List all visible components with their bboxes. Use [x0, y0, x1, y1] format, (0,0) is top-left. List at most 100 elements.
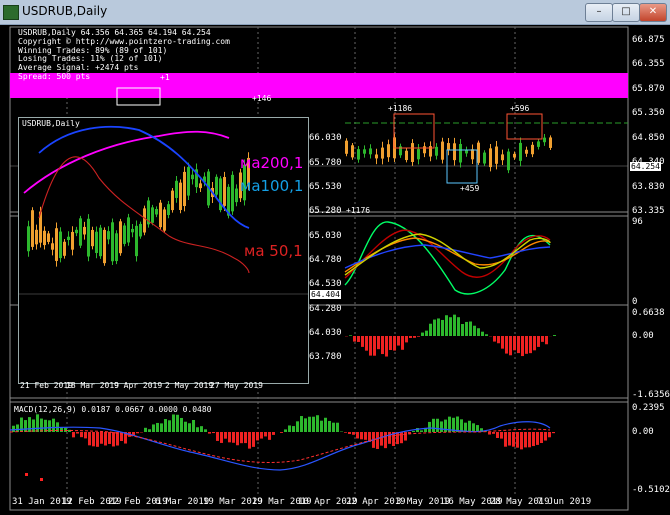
histogram-bar [420, 430, 423, 432]
candle-body [231, 174, 234, 212]
histogram-bar [481, 331, 484, 336]
candle-body [387, 144, 390, 158]
histogram-bar [528, 432, 531, 448]
histogram-bar [196, 427, 199, 432]
candle-body [139, 223, 142, 237]
main-candles [345, 133, 552, 174]
histogram-bar [436, 418, 439, 432]
histogram-bar [344, 432, 347, 433]
axis-label: 65.870 [632, 84, 665, 94]
histogram-bar [264, 432, 267, 437]
histogram-bar [520, 432, 523, 450]
histogram-bar [148, 429, 151, 432]
histogram-bar [376, 432, 379, 449]
histogram-bar [24, 420, 27, 432]
candle-body [235, 188, 238, 203]
histogram-bar [493, 336, 496, 342]
minimize-button[interactable]: – [585, 3, 613, 22]
histogram-bar [324, 417, 327, 432]
histogram-bar [349, 335, 352, 336]
histogram-bar [505, 336, 508, 354]
histogram-bar [64, 427, 67, 432]
inner-date: 27 May 2019 [210, 381, 263, 390]
spread-text: Spread: 500 pts [18, 71, 91, 81]
histogram-bar [160, 423, 163, 432]
inner-current-price: 64.404 [310, 290, 341, 299]
candle-body [99, 227, 102, 257]
candle-body [199, 183, 202, 189]
hist-axis-zero: 0.00 [632, 331, 654, 341]
histogram-bar [40, 418, 43, 432]
histogram-bar [164, 419, 167, 432]
candle-body [107, 231, 110, 240]
histogram-bar [180, 417, 183, 432]
histogram-bar [369, 336, 372, 356]
candle-body [79, 218, 82, 246]
candle-body [519, 142, 522, 161]
histogram-bar [188, 423, 191, 432]
inner-axis-label: 65.280 [309, 206, 342, 216]
histogram-bar [348, 432, 351, 435]
candle-body [115, 233, 118, 262]
histogram-bar [437, 318, 440, 336]
candle-body [119, 221, 122, 254]
histogram-bar [401, 336, 404, 350]
histogram-bar [377, 336, 380, 350]
candle-body [175, 180, 178, 198]
histogram-bar [156, 422, 159, 432]
histogram-bar [352, 432, 355, 435]
histogram-bar [104, 432, 107, 446]
trade-annotation: +459 [460, 184, 480, 193]
trade-annotation: +1176 [346, 206, 371, 215]
candle-body [159, 202, 162, 228]
histogram-bar [545, 336, 548, 345]
histogram-bar [72, 432, 75, 438]
candle-body [345, 140, 348, 154]
candle-body [135, 225, 138, 257]
candle-body [375, 154, 378, 159]
histogram-bar [353, 336, 356, 342]
histogram-bar [536, 432, 539, 445]
inner-axis-label: 64.530 [309, 279, 342, 289]
histogram-bar [465, 321, 468, 336]
date-label: 6 Mar 2019 [155, 497, 210, 507]
histogram-bar [444, 419, 447, 432]
histogram-bar [525, 336, 528, 354]
histogram-bar [393, 336, 396, 351]
histogram-bar [405, 336, 408, 343]
histogram-bar [284, 429, 287, 432]
histogram-bar [473, 325, 476, 336]
histogram-bar [540, 432, 543, 443]
histogram-bar [260, 432, 263, 439]
histogram-bar [460, 419, 463, 432]
histogram-bar [517, 336, 520, 354]
histogram-bar [236, 432, 239, 446]
histogram-bar [300, 416, 303, 432]
chart-info-block: USDRUB,Daily 64.356 64.365 64.194 64.254… [18, 28, 230, 82]
candle-body [357, 149, 360, 160]
inner-axis-label: 64.780 [309, 255, 342, 265]
candle-body [531, 144, 534, 155]
histogram-bar [461, 324, 464, 336]
histogram-bar [208, 432, 211, 434]
histogram-bar [108, 432, 111, 444]
histogram-bar [456, 416, 459, 432]
macd-axis-zero: 0.00 [632, 427, 654, 437]
histogram-bar [84, 432, 87, 439]
histogram-bar [364, 432, 367, 440]
candle-body [543, 137, 546, 143]
candle-body [513, 153, 516, 158]
close-button[interactable]: ✕ [639, 3, 667, 22]
histogram-bar [445, 315, 448, 336]
candle-body [447, 143, 450, 151]
candle-body [191, 174, 194, 180]
restore-button[interactable]: □ [612, 3, 640, 22]
current-price-box: 64.254 [630, 162, 661, 171]
candle-body [537, 141, 540, 147]
histogram-bar [96, 432, 99, 447]
candle-body [143, 208, 146, 233]
histogram-bar [172, 414, 175, 432]
histogram-bar [433, 319, 436, 336]
histogram-bar [292, 426, 295, 432]
candle-body [35, 229, 38, 245]
